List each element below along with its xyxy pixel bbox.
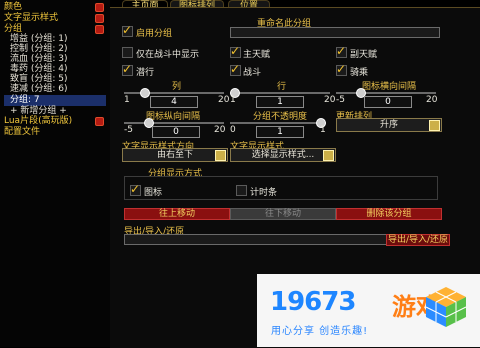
display-mode-group [124,176,438,200]
delete-group-button[interactable]: 删除该分组 [336,208,442,220]
columns-value[interactable]: 4 [150,96,198,108]
combat-checkbox[interactable]: ✓ [230,62,241,76]
timer-bar-mode-checkbox[interactable] [236,185,247,196]
sort-dropdown-value: 升序 [379,120,398,130]
check-icon: ✓ [336,44,347,58]
columns-slider[interactable] [124,92,224,94]
chevron-down-icon[interactable] [215,150,226,161]
opacity-label: 分组不透明度 [253,112,308,122]
import-export-button[interactable]: 导出/导入/还原 [386,234,450,246]
columns-slider-thumb[interactable] [140,88,150,98]
off-talent-checkbox[interactable]: ✓ [336,44,347,58]
enable-group-label: 启用分组 [136,29,173,39]
move-down-button[interactable]: 往下移动 [230,208,336,220]
text-style-value: 选择显示样式... [251,150,315,160]
collapse-icon[interactable] [95,3,104,12]
v-spacing-slider[interactable] [124,122,224,124]
rows-min: 1 [230,95,236,105]
stealth-label: 潜行 [136,68,155,78]
expand-icon[interactable] [95,117,104,126]
timer-bar-mode-label: 计时条 [250,188,278,198]
check-icon: ✓ [336,62,347,76]
watermark-number: 19673 [270,287,356,317]
sidebar-item-group-7[interactable]: 分组: 7 [4,95,106,106]
rename-group-input[interactable] [230,27,440,38]
sidebar-item-lua[interactable]: Lua片段(高玩版) [4,116,72,127]
h-spacing-value[interactable]: 0 [364,96,412,108]
enable-group-checkbox[interactable]: ✓ [122,23,133,37]
check-icon: ✓ [230,44,241,58]
columns-min: 1 [124,95,130,105]
combat-label: 战斗 [243,68,262,78]
collapse-icon[interactable] [95,25,104,34]
chevron-down-icon[interactable] [323,150,334,161]
move-up-button[interactable]: 往上移动 [124,208,230,220]
v-spacing-min: -5 [124,125,133,135]
sidebar-item-color[interactable]: 颜色 [4,2,22,13]
text-direction-value: 由右至下 [156,150,193,160]
columns-label: 列 [172,82,182,92]
check-icon: ✓ [230,62,241,76]
h-spacing-slider[interactable] [336,92,436,94]
chevron-down-icon[interactable] [429,120,440,131]
h-spacing-min: -5 [336,95,345,105]
columns-max: 20 [218,95,230,105]
main-talent-label: 主天赋 [243,50,271,60]
sort-dropdown[interactable]: 升序 [336,118,442,132]
rows-value[interactable]: 1 [256,96,304,108]
cube-logo-icon [425,287,467,327]
site-watermark: 19673 游戏 用心分享 创造乐趣! [257,274,480,347]
check-icon: ✓ [122,62,133,76]
only-in-combat-label: 仅在战斗中显示 [136,50,200,60]
icon-mode-checkbox[interactable]: ✓ [130,182,141,196]
v-spacing-max: 20 [214,125,226,135]
text-style-dropdown[interactable]: 选择显示样式... [230,148,336,162]
h-spacing-max: 20 [426,95,438,105]
check-icon: ✓ [122,23,133,37]
opacity-value[interactable]: 1 [256,126,304,138]
import-export-input[interactable] [124,234,388,245]
check-icon: ✓ [130,182,141,196]
off-talent-label: 副天赋 [350,50,378,60]
h-spacing-label: 图标横向间隔 [362,82,417,92]
mounted-checkbox[interactable]: ✓ [336,62,347,76]
opacity-slider[interactable] [230,122,326,124]
rows-slider[interactable] [230,92,330,94]
v-spacing-label: 图标纵向间隔 [146,112,201,122]
collapse-icon[interactable] [95,14,104,23]
rows-label: 行 [277,82,287,92]
mounted-label: 骑乘 [350,68,369,78]
sidebar-item-profiles[interactable]: 配置文件 [4,127,40,138]
text-direction-dropdown[interactable]: 由右至下 [122,148,228,162]
sidebar-item-text-style[interactable]: 文字显示样式 [4,13,58,24]
sidebar-item-group[interactable]: 速减 (分组: 6) [10,84,68,95]
icon-mode-label: 图标 [144,188,163,198]
opacity-min: 0 [230,125,236,135]
opacity-max: 1 [320,125,326,135]
v-spacing-value[interactable]: 0 [152,126,200,138]
sidebar: 颜色 文字显示样式 分组 增益 (分组: 1) 控制 (分组: 2) 流血 (分… [0,0,110,347]
only-in-combat-checkbox[interactable] [122,47,133,58]
stealth-checkbox[interactable]: ✓ [122,62,133,76]
main-talent-checkbox[interactable]: ✓ [230,44,241,58]
rows-max: 20 [324,95,336,105]
watermark-slogan: 用心分享 创造乐趣! [271,326,369,337]
